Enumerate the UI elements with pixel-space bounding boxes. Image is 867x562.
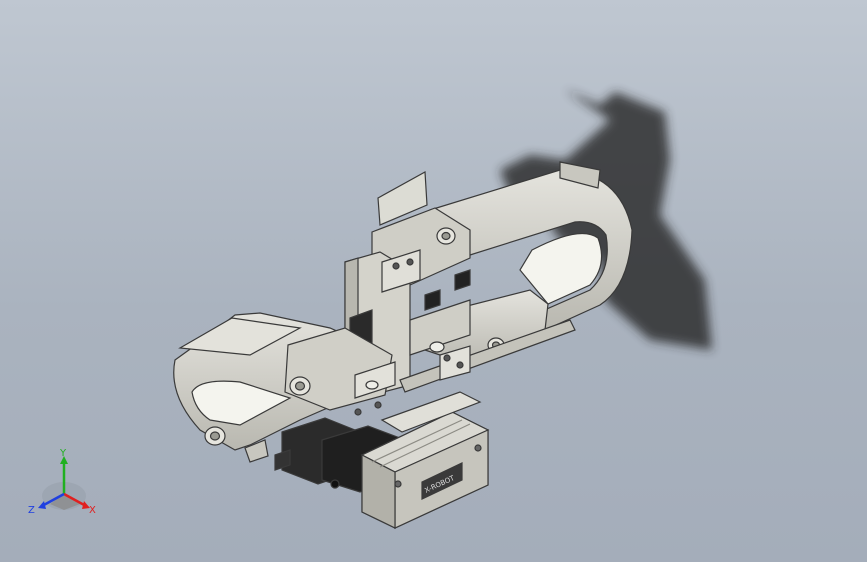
axis-label-x: X <box>89 505 96 516</box>
3d-viewport[interactable]: X-ROBOT Y X Z <box>0 0 867 562</box>
axis-label-z: Z <box>28 505 35 516</box>
triad-graphic <box>38 456 90 510</box>
axis-label-y: Y <box>60 448 67 459</box>
assembly-model[interactable]: X-ROBOT <box>0 0 867 562</box>
orientation-triad[interactable]: Y X Z <box>26 448 106 528</box>
